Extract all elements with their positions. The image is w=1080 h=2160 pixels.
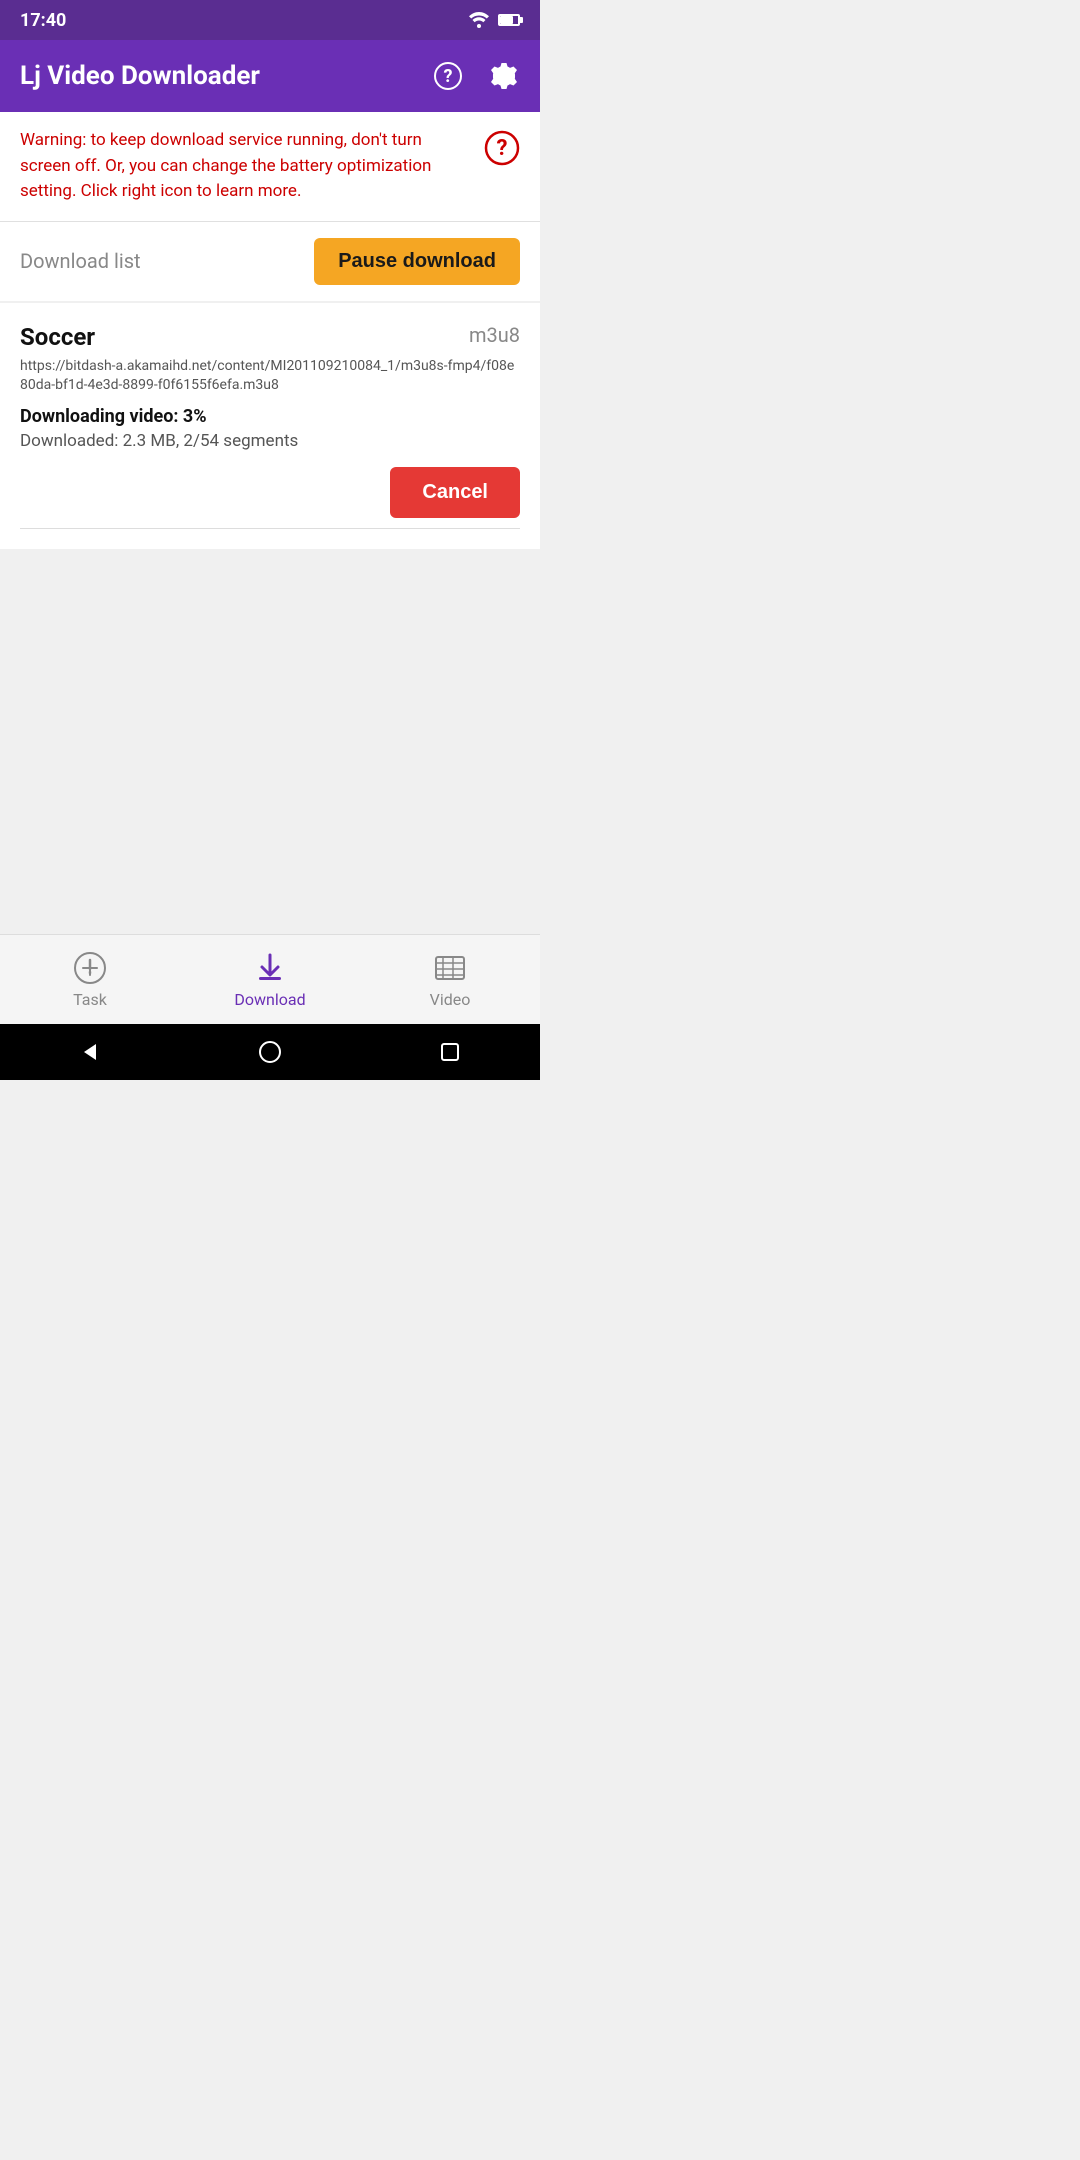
warning-help-circle-icon: ? [484, 130, 520, 166]
wifi-icon [468, 12, 490, 28]
app-title: Lj Video Downloader [20, 61, 432, 91]
home-button[interactable] [252, 1034, 288, 1070]
download-nav-icon [252, 950, 288, 986]
download-item-header: Soccer m3u8 [20, 323, 520, 351]
download-details: Downloaded: 2.3 MB, 2/54 segments [20, 431, 520, 451]
status-bar: 17:40 [0, 0, 540, 40]
warning-help-icon-button[interactable]: ? [484, 130, 520, 166]
back-button[interactable] [72, 1034, 108, 1070]
settings-icon-button[interactable] [488, 60, 520, 92]
divider [20, 528, 520, 529]
svg-text:?: ? [497, 136, 508, 161]
download-status: Downloading video: 3% [20, 406, 520, 427]
download-url: https://bitdash-a.akamaihd.net/content/M… [20, 357, 520, 396]
recents-button[interactable] [432, 1034, 468, 1070]
download-title: Soccer [20, 323, 95, 351]
nav-label-task: Task [73, 990, 107, 1009]
status-time: 17:40 [20, 10, 66, 31]
bottom-nav: Task Download Video [0, 934, 540, 1024]
help-icon-button[interactable]: ? [432, 60, 464, 92]
cancel-row: Cancel [20, 467, 520, 518]
nav-item-task[interactable]: Task [30, 950, 150, 1009]
svg-text:?: ? [444, 66, 453, 87]
download-format: m3u8 [469, 323, 520, 347]
nav-item-download[interactable]: Download [210, 950, 330, 1009]
nav-label-video: Video [430, 990, 471, 1009]
warning-text: Warning: to keep download service runnin… [20, 128, 472, 205]
task-nav-icon [72, 950, 108, 986]
download-card: Soccer m3u8 https://bitdash-a.akamaihd.n… [0, 303, 540, 549]
app-bar: Lj Video Downloader ? [0, 40, 540, 112]
app-bar-icons: ? [432, 60, 520, 92]
pause-download-button[interactable]: Pause download [314, 238, 520, 285]
gear-icon [489, 61, 519, 91]
warning-banner: Warning: to keep download service runnin… [0, 112, 540, 222]
video-nav-icon [432, 950, 468, 986]
battery-icon [498, 14, 520, 26]
system-nav [0, 1024, 540, 1080]
section-title: Download list [20, 249, 141, 273]
help-circle-icon: ? [433, 61, 463, 91]
cancel-button[interactable]: Cancel [390, 467, 520, 518]
nav-item-video[interactable]: Video [390, 950, 510, 1009]
status-icons [468, 12, 520, 28]
main-content [0, 549, 540, 934]
section-header: Download list Pause download [0, 222, 540, 301]
nav-label-download: Download [234, 990, 305, 1009]
